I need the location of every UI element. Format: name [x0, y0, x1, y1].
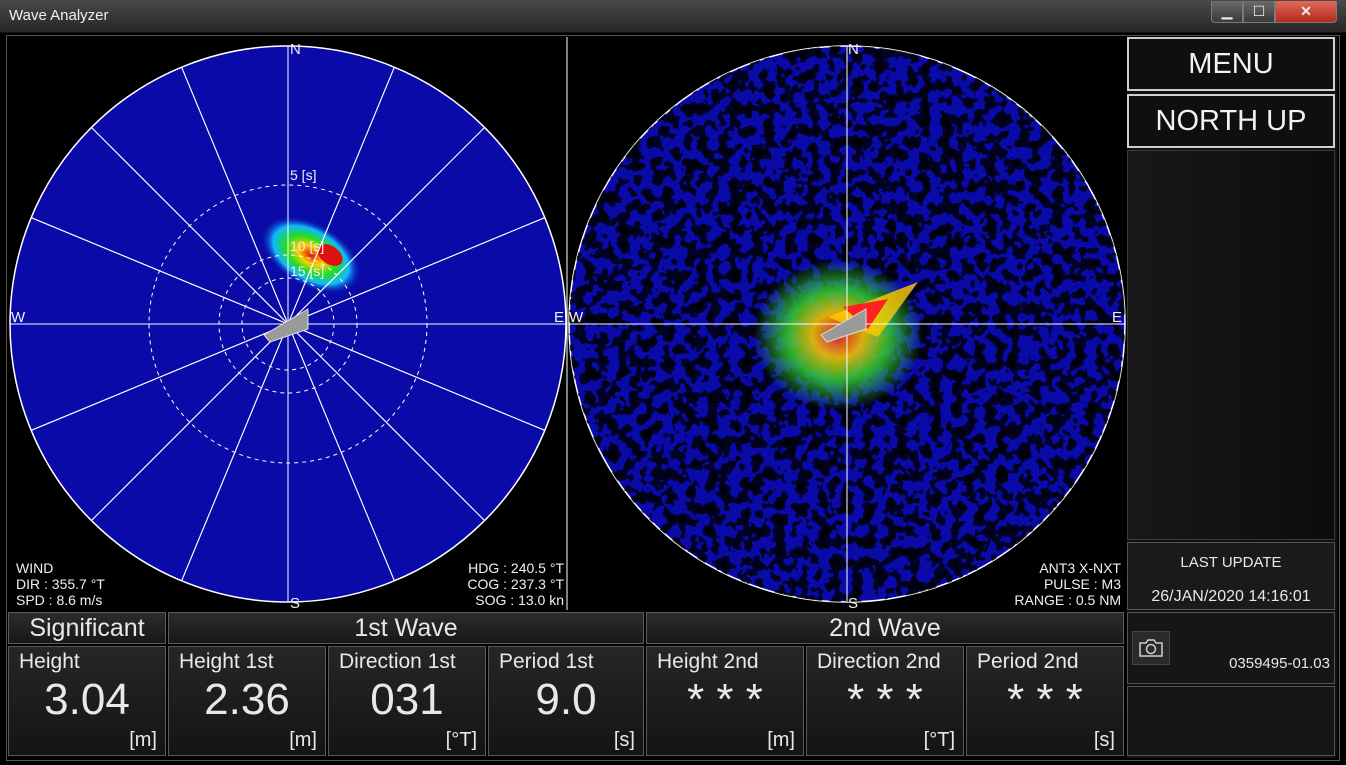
hdg-readout: HDG : 240.5 °T: [468, 560, 564, 576]
wave-data-table: Significant 1st Wave 2nd Wave Height 3.0…: [8, 611, 1126, 757]
wind-dir: DIR : 355.7 °T: [16, 576, 105, 592]
last-update-panel: LAST UPDATE 26/JAN/2020 14:16:01: [1127, 542, 1335, 610]
cell-label: Period 2nd: [977, 650, 1079, 673]
cog-readout: COG : 237.3 °T: [467, 576, 564, 592]
maximize-button[interactable]: ☐: [1243, 1, 1275, 23]
plots-area: N S E W 5 [s] 10 [s] 15 [s] WIND DIR : 3…: [9, 37, 1126, 610]
cell-unit: [m]: [767, 729, 795, 751]
camera-icon: [1139, 639, 1163, 657]
sidebar-empty-area: [1127, 150, 1335, 540]
minimize-button[interactable]: ▁: [1211, 1, 1243, 23]
cell-label: Direction 1st: [339, 650, 456, 673]
last-update-label: LAST UPDATE: [1180, 554, 1282, 571]
close-button[interactable]: ✕: [1275, 1, 1337, 23]
cell-unit: [s]: [613, 729, 635, 751]
compass-w: W: [11, 309, 26, 326]
direction-2nd-cell: Direction 2nd * * * [°T]: [806, 646, 964, 756]
sidebar-bottom-panel: [1127, 686, 1335, 756]
compass-e: E: [554, 309, 564, 326]
ring-label-15: 15 [s]: [290, 263, 324, 279]
radar-compass-e: E: [1112, 309, 1122, 326]
cell-label: Period 1st: [499, 650, 594, 673]
cell-label: Direction 2nd: [817, 650, 941, 673]
radar-compass-w: W: [569, 309, 584, 326]
cell-label: Height 2nd: [657, 650, 759, 673]
wave-spectrum-plot: N S E W 5 [s] 10 [s] 15 [s] WIND DIR : 3…: [9, 41, 567, 610]
range-readout: RANGE : 0.5 NM: [1014, 592, 1121, 608]
significant-height-cell: Height 3.04 [m]: [8, 646, 166, 756]
radar-compass-n: N: [848, 41, 859, 58]
sidebar: MENU NORTH UP LAST UPDATE 26/JAN/2020 14…: [1127, 37, 1337, 758]
period-1st-cell: Period 1st 9.0 [s]: [488, 646, 644, 756]
period-2nd-cell: Period 2nd * * * [s]: [966, 646, 1124, 756]
cell-value: 9.0: [535, 675, 597, 724]
cell-label: Height 1st: [179, 650, 274, 673]
antenna-readout: ANT3 X-NXT: [1039, 560, 1121, 576]
pulse-readout: PULSE : M3: [1044, 576, 1121, 592]
cell-value: * * *: [847, 675, 923, 724]
cell-value: 031: [370, 675, 444, 724]
first-wave-header: 1st Wave: [168, 612, 644, 644]
cell-unit: [m]: [289, 729, 317, 751]
camera-button[interactable]: [1132, 631, 1170, 665]
cell-label: Height: [19, 650, 80, 673]
window-title: Wave Analyzer: [9, 7, 109, 24]
cell-unit: [m]: [129, 729, 157, 751]
cell-unit: [°T]: [445, 729, 477, 751]
radar-compass-s: S: [848, 595, 858, 610]
direction-1st-cell: Direction 1st 031 [°T]: [328, 646, 486, 756]
ring-label-10: 10 [s]: [290, 238, 324, 254]
title-bar: Wave Analyzer ▁ ☐ ✕: [0, 0, 1346, 33]
second-wave-header: 2nd Wave: [646, 612, 1124, 644]
wind-spd: SPD : 8.6 m/s: [16, 592, 102, 608]
height-1st-cell: Height 1st 2.36 [m]: [168, 646, 326, 756]
version-panel: 0359495-01.03: [1127, 612, 1335, 684]
wind-title: WIND: [16, 560, 53, 576]
significant-header: Significant: [8, 612, 166, 644]
north-up-button[interactable]: NORTH UP: [1127, 94, 1335, 148]
compass-s: S: [290, 595, 300, 610]
sog-readout: SOG : 13.0 kn: [475, 592, 564, 608]
last-update-value: 26/JAN/2020 14:16:01: [1151, 588, 1311, 605]
cell-unit: [s]: [1093, 729, 1115, 751]
radar-echo-plot: N S E W ANT3 X-NXT PULSE : M3 RANGE : 0.…: [568, 41, 1126, 610]
cell-value: 3.04: [44, 675, 130, 724]
version-text: 0359495-01.03: [1229, 655, 1330, 672]
menu-button[interactable]: MENU: [1127, 37, 1335, 91]
cell-value: * * *: [1007, 675, 1083, 724]
height-2nd-cell: Height 2nd * * * [m]: [646, 646, 804, 756]
cell-value: * * *: [687, 675, 763, 724]
compass-n: N: [290, 41, 301, 58]
cell-value: 2.36: [204, 675, 290, 724]
ring-label-5: 5 [s]: [290, 167, 316, 183]
cell-unit: [°T]: [923, 729, 955, 751]
